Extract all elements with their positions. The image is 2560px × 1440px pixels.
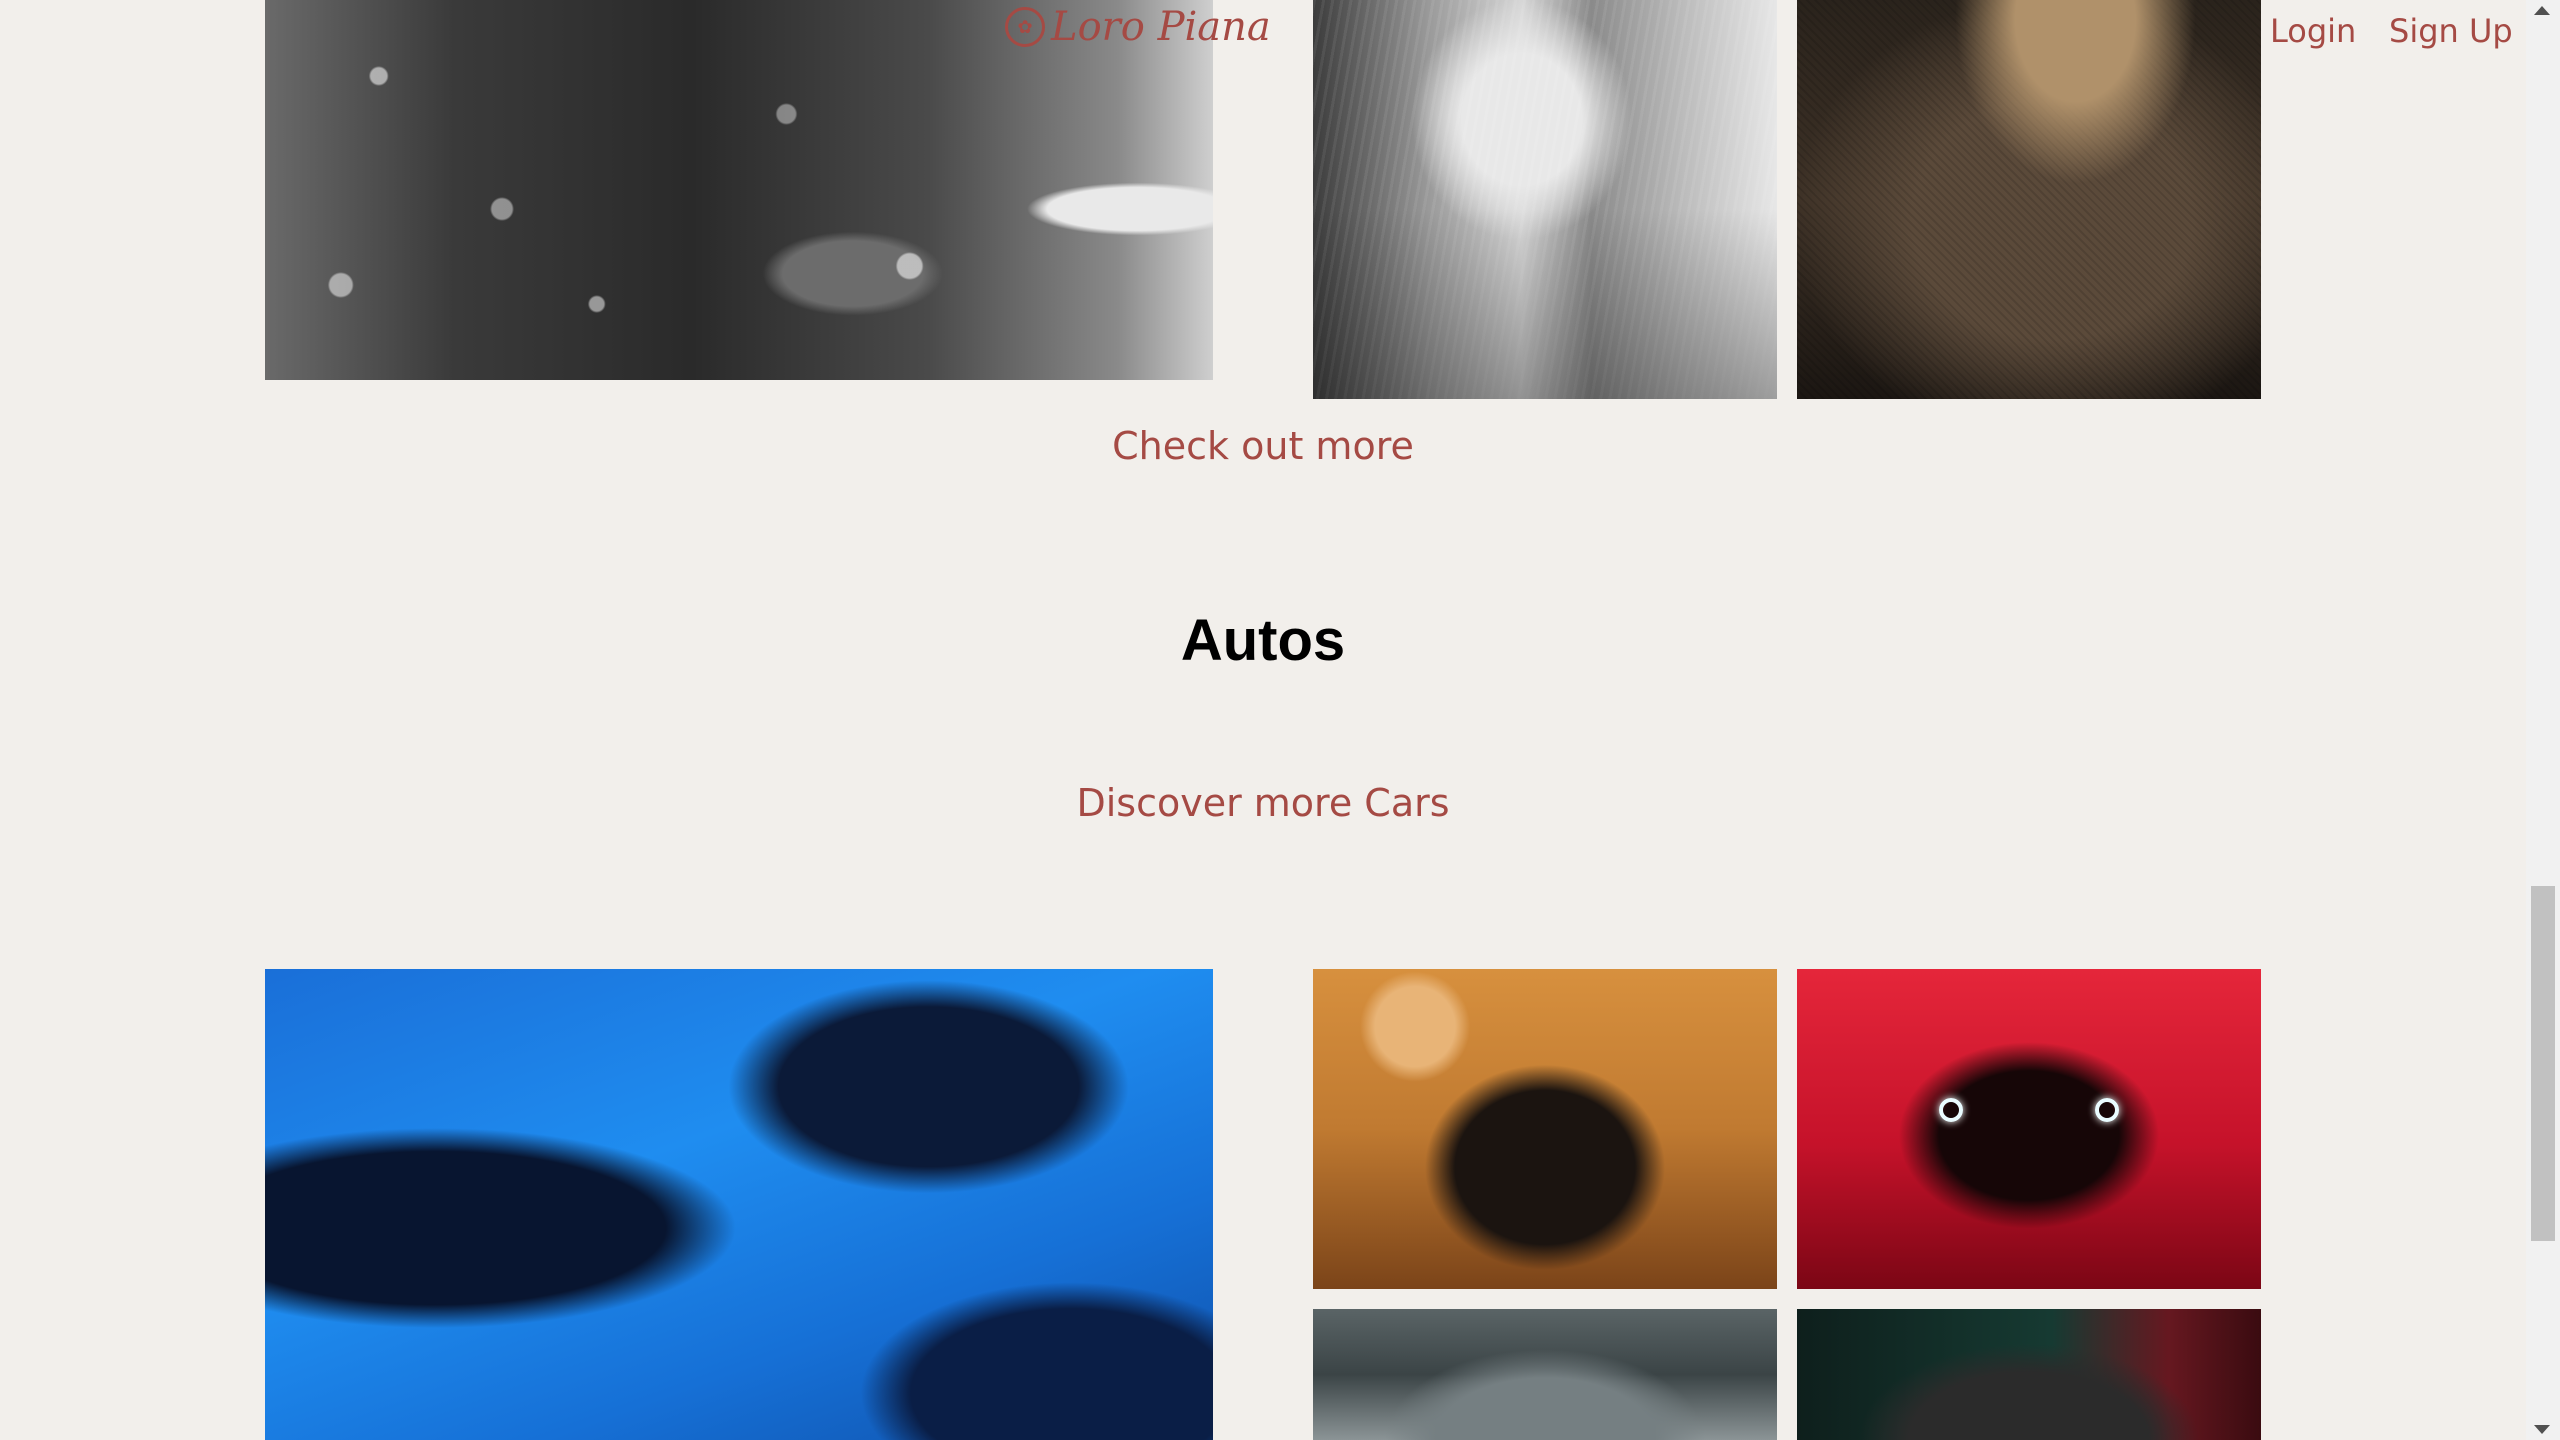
brand-logo[interactable]: ✿ Loro Piana [1005, 0, 1271, 54]
page-scrollbar[interactable] [2526, 0, 2560, 1440]
car-image-garage[interactable] [1313, 1309, 1777, 1440]
discover-more-cars-link[interactable]: Discover more Cars [0, 781, 2526, 825]
car-image-brabus-lineup[interactable] [265, 969, 1213, 1440]
car-image-dark-suv[interactable] [1797, 1309, 2261, 1440]
headlight-right [2095, 1098, 2119, 1122]
fashion-image-silver-dress[interactable] [1313, 0, 1777, 399]
autos-section-title: Autos [1180, 608, 1346, 673]
signup-link[interactable]: Sign Up [2389, 12, 2513, 50]
scroll-thumb[interactable] [2531, 886, 2555, 1241]
car-image-desert-coupe[interactable] [1313, 969, 1777, 1289]
brand-logo-text: Loro Piana [1051, 4, 1271, 50]
car-image-red-suv[interactable] [1797, 969, 2261, 1289]
fashion-image-knit-sweater[interactable] [1797, 0, 2261, 399]
crest-icon: ✿ [1005, 7, 1045, 47]
fashion-image-snowy-coat[interactable] [265, 0, 1213, 380]
check-out-more-link[interactable]: Check out more [0, 424, 2526, 468]
scroll-up-arrow-icon[interactable] [2534, 6, 2550, 15]
headlight-left [1939, 1098, 1963, 1122]
login-link[interactable]: Login [2270, 12, 2356, 50]
scroll-down-arrow-icon[interactable] [2534, 1425, 2550, 1434]
